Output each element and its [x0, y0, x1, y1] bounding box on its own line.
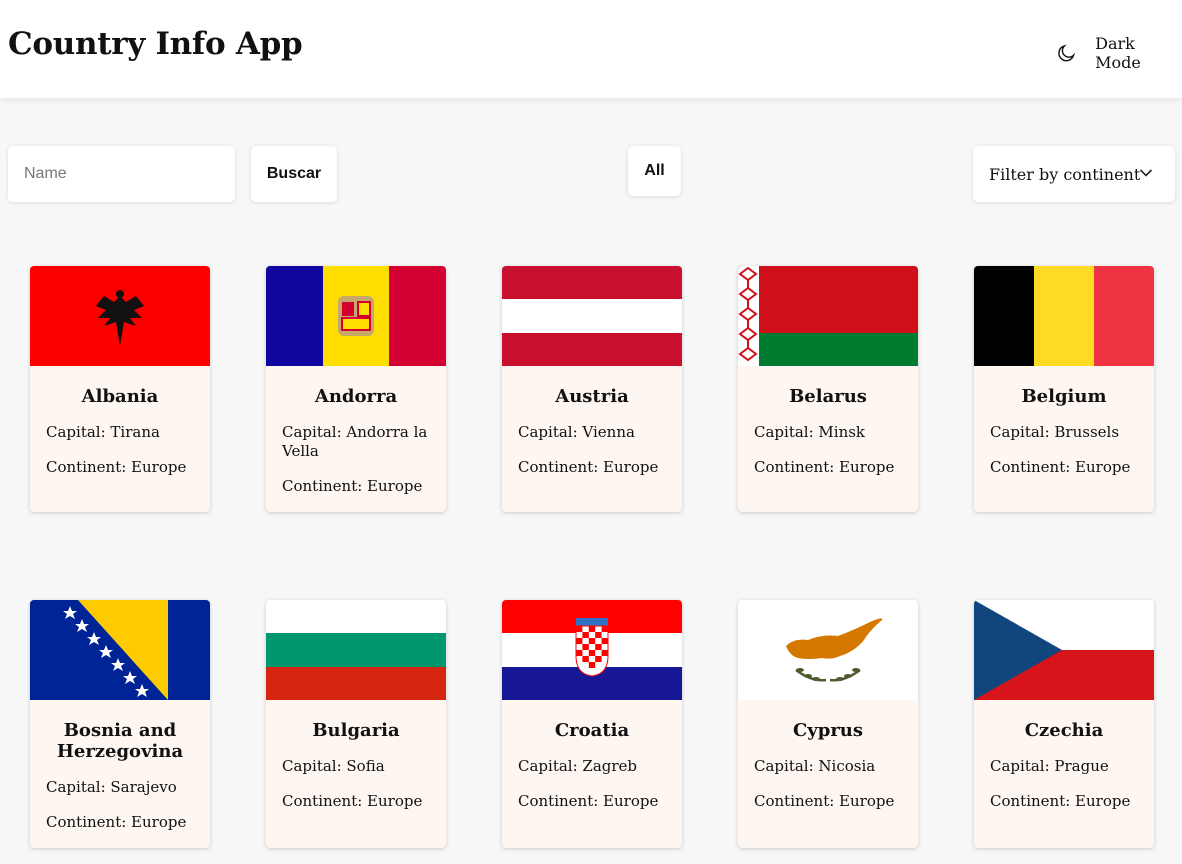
- country-name: Belarus: [789, 386, 867, 407]
- country-card-albania[interactable]: Albania Capital: Tirana Continent: Europ…: [30, 266, 210, 512]
- country-name: Cyprus: [792, 720, 864, 741]
- country-continent: Continent: Europe: [282, 792, 423, 810]
- country-capital: Capital: Prague: [990, 757, 1109, 775]
- flag-bosnia-and-herzegovina: [30, 600, 210, 700]
- flag-albania: [30, 266, 210, 366]
- all-button[interactable]: All: [628, 146, 681, 196]
- country-capital: Capital: Brussels: [990, 423, 1120, 441]
- flag-andorra: [266, 266, 446, 366]
- country-name: Bulgaria: [312, 720, 400, 741]
- country-name: Albania: [81, 386, 159, 407]
- dark-mode-label: Dark Mode: [1095, 34, 1141, 72]
- country-card-andorra[interactable]: Andorra Capital: Andorra la Vella Contin…: [266, 266, 446, 512]
- flag-belgium: [974, 266, 1154, 366]
- country-name: Andorra: [314, 386, 398, 407]
- moon-icon: [1058, 44, 1076, 62]
- chevron-down-icon: [1139, 169, 1153, 177]
- country-capital: Capital: Zagreb: [518, 757, 638, 775]
- flag-belarus: [738, 266, 918, 366]
- app-title: Country Info App: [8, 26, 303, 62]
- country-card-austria[interactable]: Austria Capital: Vienna Continent: Europ…: [502, 266, 682, 512]
- country-capital: Capital: Minsk: [754, 423, 866, 441]
- country-capital: Capital: Andorra la Vella: [282, 423, 428, 460]
- search-input[interactable]: [8, 146, 235, 202]
- dark-mode-toggle[interactable]: Dark Mode: [1056, 34, 1182, 72]
- country-name: Czechia: [1024, 720, 1104, 741]
- country-capital: Capital: Sofia: [282, 757, 385, 775]
- country-card-croatia[interactable]: Croatia Capital: Zagreb Continent: Europ…: [502, 600, 682, 848]
- country-name: Austria: [555, 386, 629, 407]
- search-button[interactable]: Buscar: [251, 146, 337, 202]
- flag-cyprus: [738, 600, 918, 700]
- flag-croatia: [502, 600, 682, 700]
- country-capital: Capital: Nicosia: [754, 757, 876, 775]
- country-card-czechia[interactable]: Czechia Capital: Prague Continent: Europ…: [974, 600, 1154, 848]
- country-continent: Continent: Europe: [46, 458, 187, 476]
- country-continent: Continent: Europe: [46, 813, 187, 831]
- country-name: Belgium: [1021, 386, 1107, 407]
- continent-filter-select[interactable]: Filter by continent: [973, 146, 1175, 202]
- filter-label: Filter by continent: [989, 164, 1141, 184]
- app-header: Country Info App Dark Mode: [0, 0, 1182, 98]
- country-card-belgium[interactable]: Belgium Capital: Brussels Continent: Eur…: [974, 266, 1154, 512]
- country-card-cyprus[interactable]: Cyprus Capital: Nicosia Continent: Europ…: [738, 600, 918, 848]
- flag-austria: [502, 266, 682, 366]
- country-capital: Capital: Sarajevo: [46, 778, 177, 796]
- flag-bulgaria: [266, 600, 446, 700]
- country-continent: Continent: Europe: [282, 477, 423, 495]
- country-continent: Continent: Europe: [518, 458, 659, 476]
- country-continent: Continent: Europe: [990, 458, 1131, 476]
- country-card-belarus[interactable]: Belarus Capital: Minsk Continent: Europe: [738, 266, 918, 512]
- country-card-bulgaria[interactable]: Bulgaria Capital: Sofia Continent: Europ…: [266, 600, 446, 848]
- country-continent: Continent: Europe: [990, 792, 1131, 810]
- country-capital: Capital: Vienna: [518, 423, 635, 441]
- country-card-bosnia-and-herzegovina[interactable]: Bosnia and Herzegovina Capital: Sarajevo…: [30, 600, 210, 848]
- country-capital: Capital: Tirana: [46, 423, 160, 441]
- country-name: Croatia: [554, 720, 630, 741]
- country-continent: Continent: Europe: [754, 792, 895, 810]
- country-name: Bosnia and Herzegovina: [56, 720, 184, 762]
- country-continent: Continent: Europe: [754, 458, 895, 476]
- country-continent: Continent: Europe: [518, 792, 659, 810]
- flag-czechia: [974, 600, 1154, 700]
